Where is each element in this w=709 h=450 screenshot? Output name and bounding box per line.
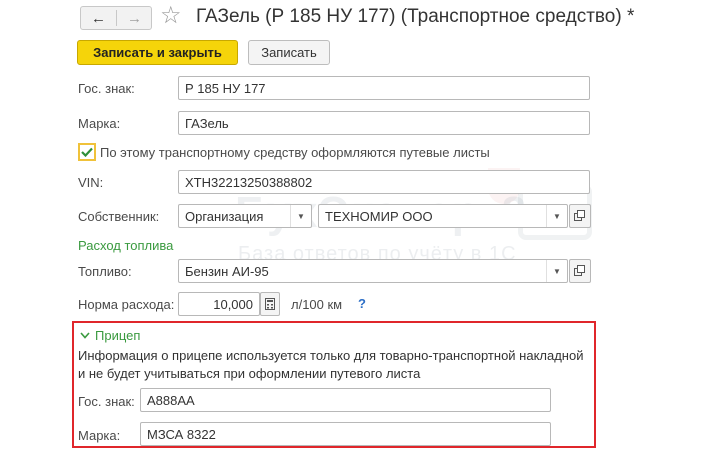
arrow-right-icon: → [127,9,142,27]
trailer-section-title: Прицеп [95,328,141,343]
trailer-brand-label: Марка: [78,428,121,443]
consumption-unit: л/100 км [291,297,343,312]
forward-button[interactable]: → [117,7,152,29]
owner-open-button[interactable] [569,204,591,228]
fuel-dropdown-button[interactable]: ▼ [546,260,567,282]
favorite-star-icon[interactable]: ☆ [160,2,182,30]
calculator-icon [265,298,275,310]
brand-value: ГАЗель [185,115,229,131]
chevron-down-icon [80,332,90,339]
brand-label: Марка: [78,116,121,131]
calculator-button[interactable] [260,292,280,316]
fuel-open-button[interactable] [569,259,591,283]
vin-value: XTH32213250388802 [185,174,313,190]
page-title: ГАЗель (Р 185 НУ 177) (Транспортное сред… [196,6,635,27]
trailer-brand-value: МЗСА 8322 [147,426,216,442]
checkmark-icon [81,147,93,157]
owner-type-dropdown-button[interactable]: ▼ [290,205,311,227]
owner-type-value: Организация [185,208,264,224]
reg-number-label: Гос. знак: [78,81,135,96]
owner-dropdown-button[interactable]: ▼ [546,205,567,227]
consumption-label: Норма расхода: [78,297,175,312]
fuel-section-title: Расход топлива [78,238,174,253]
chevron-down-icon: ▼ [553,211,561,221]
fuel-label: Топливо: [78,264,132,279]
trailer-reg-number-value: А888АА [147,392,195,408]
owner-value: ТЕХНОМИР ООО [325,208,433,224]
trailer-reg-number-label: Гос. знак: [78,394,135,409]
vin-label: VIN: [78,175,104,190]
trailer-info-line-2: и не будет учитываться при оформлении пу… [78,366,421,381]
brand-field[interactable]: ГАЗель [178,111,590,135]
fuel-value: Бензин АИ-95 [185,263,269,279]
arrow-left-icon: ← [91,9,106,27]
open-window-icon [574,265,585,276]
trailer-section-toggle[interactable]: Прицеп [80,328,140,343]
vin-field[interactable]: XTH32213250388802 [178,170,590,194]
help-icon[interactable]: ? [358,296,366,311]
waybill-checkbox-label[interactable]: По этому транспортному средству оформляю… [100,145,490,161]
owner-label: Собственник: [78,209,160,224]
owner-field[interactable]: ТЕХНОМИР ООО ▼ [318,204,568,228]
fuel-field[interactable]: Бензин АИ-95 ▼ [178,259,568,283]
trailer-reg-number-field[interactable]: А888АА [140,388,551,412]
consumption-value: 10,000 [213,296,253,312]
reg-number-value: Р 185 НУ 177 [185,80,266,96]
chevron-down-icon: ▼ [297,211,305,221]
trailer-info-line-1: Информация о прицепе используется только… [78,348,584,363]
chevron-down-icon: ▼ [553,266,561,276]
open-window-icon [574,210,585,221]
nav-button-group: ← → [80,6,152,30]
consumption-field[interactable]: 10,000 [178,292,260,316]
owner-type-select[interactable]: Организация ▼ [178,204,312,228]
save-button[interactable]: Записать [248,40,330,65]
reg-number-field[interactable]: Р 185 НУ 177 [178,76,590,100]
save-and-close-button[interactable]: Записать и закрыть [77,40,238,65]
back-button[interactable]: ← [81,7,116,29]
waybill-checkbox[interactable] [78,143,96,161]
trailer-brand-field[interactable]: МЗСА 8322 [140,422,551,446]
